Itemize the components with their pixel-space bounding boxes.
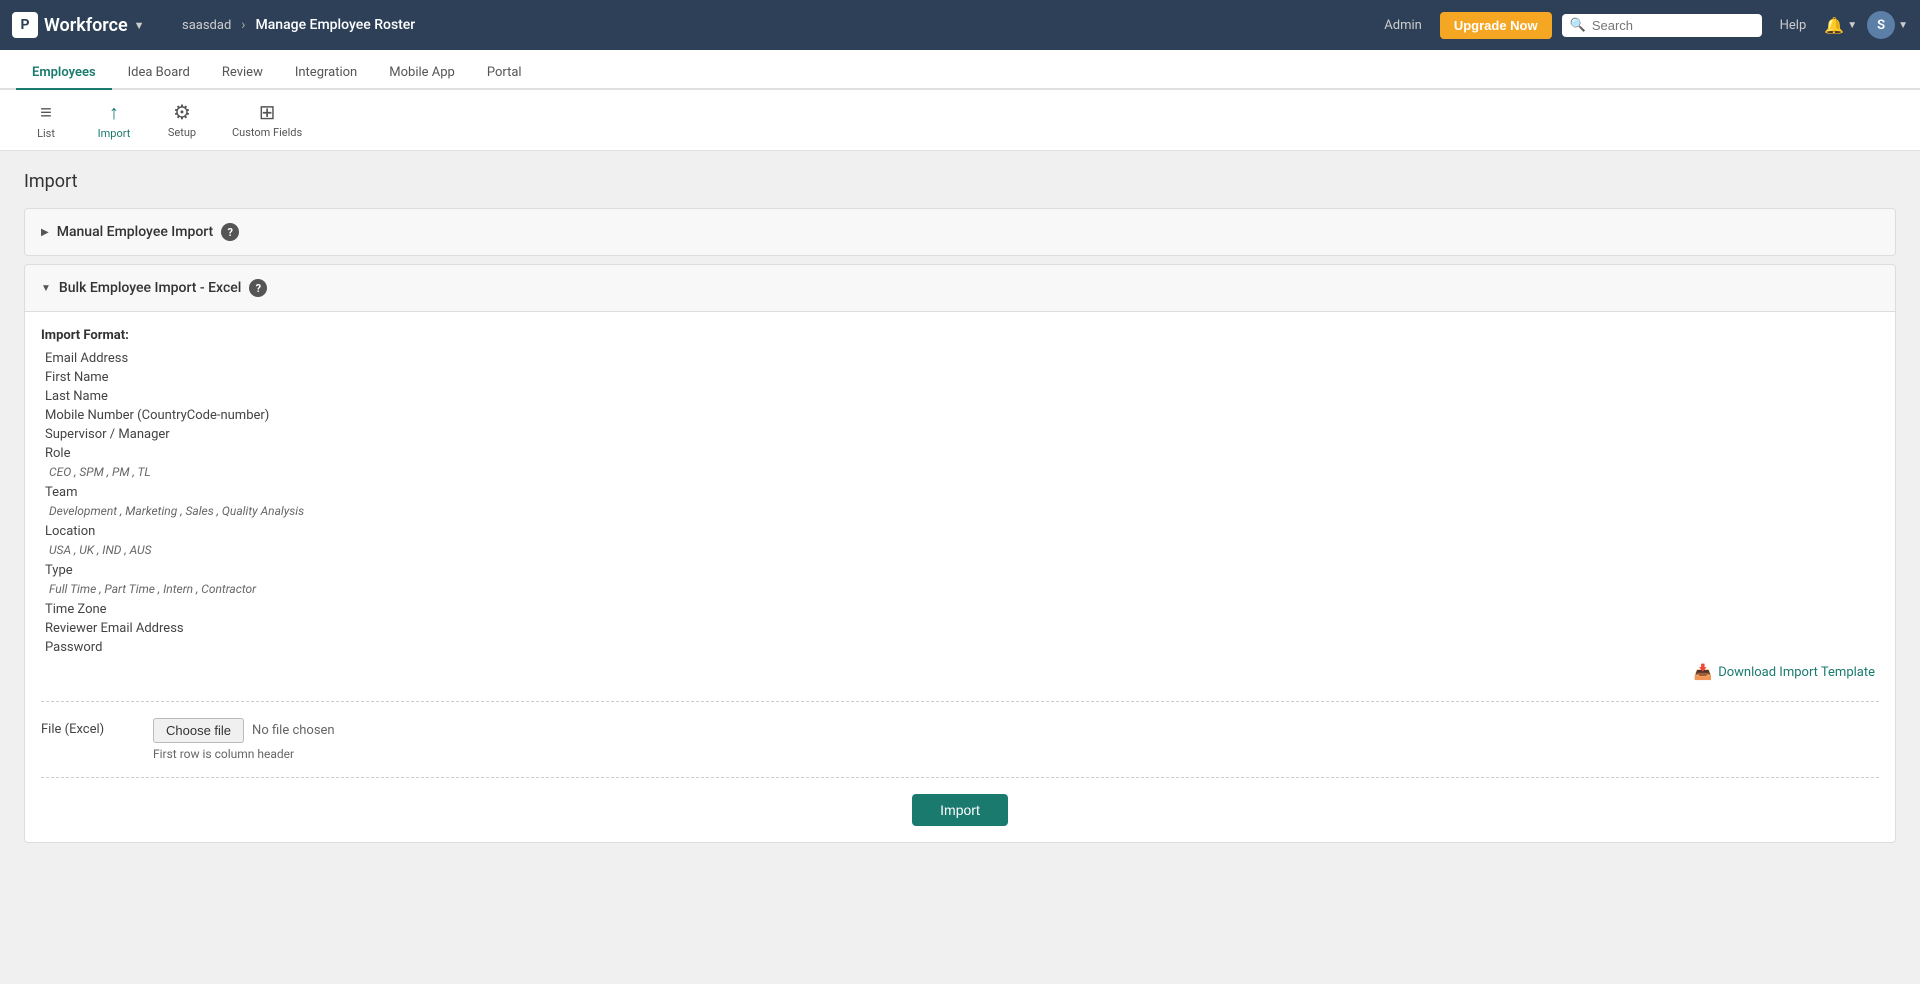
- nav-item-portal[interactable]: Portal: [471, 57, 538, 90]
- breadcrumb-user: saasdad: [182, 18, 231, 33]
- search-input[interactable]: [1592, 18, 1742, 33]
- field-supervisor: Supervisor / Manager: [41, 427, 1879, 442]
- top-navbar: P Workforce ▼ saasdad › Manage Employee …: [0, 0, 1920, 50]
- field-location: Location: [41, 524, 1879, 539]
- no-file-text: No file chosen: [252, 723, 335, 738]
- field-email: Email Address: [41, 351, 1879, 366]
- search-icon: 🔍: [1570, 18, 1586, 33]
- toolbar-custom-fields[interactable]: ⊞ Custom Fields: [220, 96, 314, 144]
- setup-icon: ⚙: [173, 100, 191, 124]
- import-format-label: Import Format:: [41, 328, 1879, 343]
- nav-item-mobile-app[interactable]: Mobile App: [373, 57, 471, 90]
- download-template-link[interactable]: 📥 Download Import Template: [1694, 663, 1875, 681]
- bulk-import-help-icon[interactable]: ?: [249, 279, 267, 297]
- icon-toolbar: ≡ List ↑ Import ⚙ Setup ⊞ Custom Fields: [0, 90, 1920, 151]
- page-title: Import: [24, 171, 1896, 192]
- user-dropdown-icon: ▼: [1898, 20, 1908, 31]
- bell-icon: 🔔: [1824, 16, 1844, 35]
- manual-import-section: ▶ Manual Employee Import ?: [24, 208, 1896, 256]
- help-label[interactable]: Help: [1780, 18, 1807, 33]
- field-first-name: First Name: [41, 370, 1879, 385]
- toolbar-import-label: Import: [98, 127, 131, 140]
- first-row-hint: First row is column header: [153, 747, 335, 761]
- field-type-options: Full Time , Part Time , Intern , Contrac…: [41, 582, 1879, 596]
- main-content: Import ▶ Manual Employee Import ? ▼ Bulk…: [0, 151, 1920, 871]
- choose-file-button[interactable]: Choose file: [153, 718, 244, 743]
- file-input-row: File (Excel) Choose file No file chosen …: [41, 701, 1879, 761]
- import-icon: ↑: [109, 100, 119, 125]
- file-picker-row: Choose file No file chosen: [153, 718, 335, 743]
- import-btn-row: Import: [41, 777, 1879, 826]
- field-location-options: USA , UK , IND , AUS: [41, 543, 1879, 557]
- manual-import-header[interactable]: ▶ Manual Employee Import ?: [25, 209, 1895, 255]
- notification-bell[interactable]: 🔔 ▼: [1824, 16, 1857, 35]
- nav-item-employees[interactable]: Employees: [16, 57, 112, 90]
- import-button[interactable]: Import: [912, 794, 1008, 826]
- field-team: Team: [41, 485, 1879, 500]
- list-icon: ≡: [40, 100, 52, 125]
- secondary-nav: Employees Idea Board Review Integration …: [0, 50, 1920, 90]
- brand-dropdown-icon[interactable]: ▼: [134, 19, 145, 32]
- bulk-import-title: Bulk Employee Import - Excel: [59, 280, 241, 296]
- breadcrumb-current: Manage Employee Roster: [256, 17, 416, 33]
- field-role-options: CEO , SPM , PM , TL: [41, 465, 1879, 479]
- nav-item-idea-board[interactable]: Idea Board: [112, 57, 206, 90]
- logo-icon: P: [12, 12, 38, 38]
- avatar: S: [1867, 11, 1895, 39]
- download-row: 📥 Download Import Template: [41, 663, 1879, 681]
- field-team-options: Development , Marketing , Sales , Qualit…: [41, 504, 1879, 518]
- field-timezone: Time Zone: [41, 602, 1879, 617]
- field-reviewer-email: Reviewer Email Address: [41, 621, 1879, 636]
- field-type: Type: [41, 563, 1879, 578]
- toolbar-custom-fields-label: Custom Fields: [232, 126, 302, 139]
- file-input-wrap: Choose file No file chosen First row is …: [153, 718, 335, 761]
- download-icon: 📥: [1694, 663, 1713, 681]
- toolbar-setup[interactable]: ⚙ Setup: [152, 96, 212, 144]
- breadcrumb-separator: ›: [241, 17, 245, 33]
- toolbar-setup-label: Setup: [168, 126, 196, 139]
- brand-name: Workforce: [44, 15, 128, 36]
- field-role: Role: [41, 446, 1879, 461]
- custom-fields-icon: ⊞: [259, 100, 276, 124]
- nav-item-review[interactable]: Review: [206, 57, 279, 90]
- bell-dropdown-icon: ▼: [1847, 20, 1857, 31]
- bulk-import-body: Import Format: Email Address First Name …: [25, 312, 1895, 842]
- field-last-name: Last Name: [41, 389, 1879, 404]
- toolbar-import[interactable]: ↑ Import: [84, 96, 144, 144]
- manual-import-help-icon[interactable]: ?: [221, 223, 239, 241]
- field-mobile: Mobile Number (CountryCode-number): [41, 408, 1879, 423]
- download-link-text: Download Import Template: [1718, 665, 1875, 680]
- manual-import-title: Manual Employee Import: [57, 224, 214, 240]
- admin-label: Admin: [1384, 18, 1422, 33]
- bulk-import-arrow: ▼: [41, 283, 51, 294]
- nav-item-integration[interactable]: Integration: [279, 57, 373, 90]
- bulk-import-section: ▼ Bulk Employee Import - Excel ? Import …: [24, 264, 1896, 843]
- file-label: File (Excel): [41, 718, 141, 737]
- brand-logo[interactable]: P Workforce ▼: [12, 12, 172, 38]
- field-password: Password: [41, 640, 1879, 655]
- manual-import-arrow: ▶: [41, 227, 49, 238]
- user-menu[interactable]: S ▼: [1867, 11, 1908, 39]
- bulk-import-header[interactable]: ▼ Bulk Employee Import - Excel ?: [25, 265, 1895, 312]
- toolbar-list[interactable]: ≡ List: [16, 96, 76, 144]
- search-box[interactable]: 🔍: [1562, 14, 1762, 37]
- toolbar-list-label: List: [37, 127, 55, 140]
- upgrade-button[interactable]: Upgrade Now: [1440, 12, 1552, 39]
